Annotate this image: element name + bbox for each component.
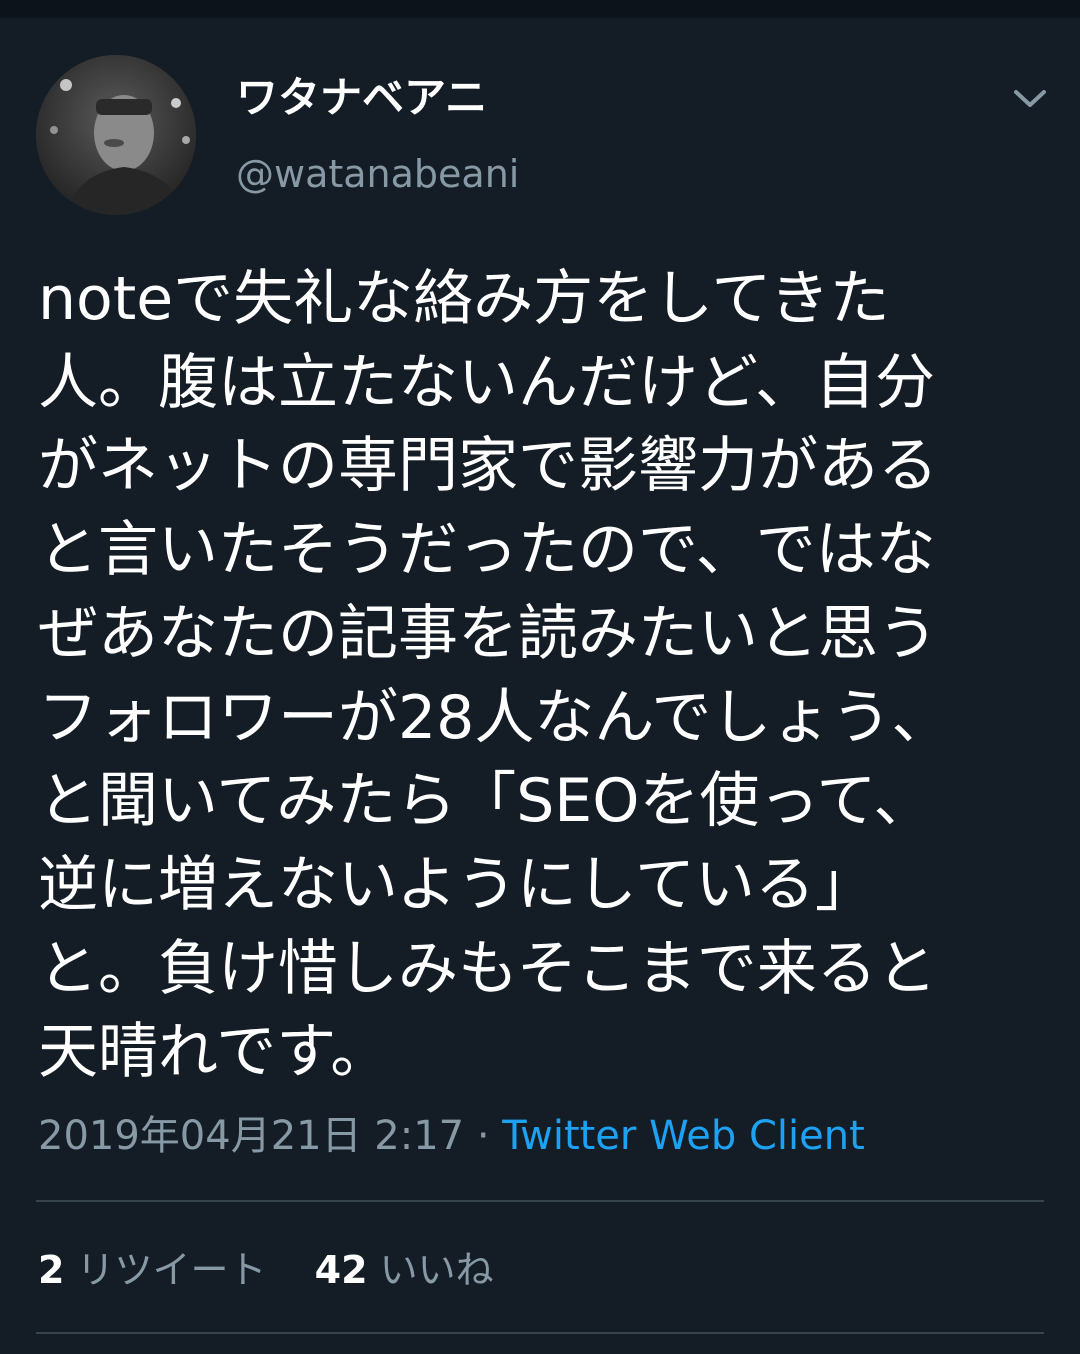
tweet-stats: 2 リツイート 42 いいね [38, 1244, 494, 1296]
likes-label: いいね [379, 1248, 494, 1292]
tweet-timestamp[interactable]: 2019年04月21日 2:17 [38, 1113, 464, 1159]
retweets-stat[interactable]: 2 リツイート [38, 1244, 267, 1296]
avatar-photo-icon [36, 55, 196, 215]
likes-count: 42 [314, 1248, 368, 1292]
tweet-line: フォロワーが28人なんでしょう、 [38, 682, 952, 753]
display-name[interactable]: ワタナベアニ [236, 72, 487, 124]
retweets-label: リツイート [76, 1248, 267, 1292]
tweet-line: 人。腹は立たないんだけど、自分 [38, 347, 935, 418]
tweet-line: 逆に増えないようにしている」 [38, 849, 875, 920]
status-bar [0, 0, 1080, 18]
user-handle[interactable]: @watanabeani [236, 150, 519, 198]
tweet-line: noteで失礼な絡み方をしてきた [38, 264, 890, 334]
meta-separator: · [476, 1113, 490, 1159]
avatar[interactable] [36, 55, 196, 215]
tweet-line: と言いたそうだったので、ではな [38, 515, 936, 586]
tweet-line: がネットの専門家で影響力がある [38, 431, 938, 502]
chevron-down-icon[interactable] [1008, 80, 1052, 116]
tweet-text: noteで失礼な絡み方をしてきた 人。腹は立たないんだけど、自分 がネットの専門… [38, 258, 1048, 1095]
retweets-count: 2 [38, 1248, 65, 1292]
divider [36, 1200, 1044, 1202]
tweet-meta: 2019年04月21日 2:17 · Twitter Web Client [38, 1110, 865, 1162]
likes-stat[interactable]: 42 いいね [315, 1244, 494, 1296]
divider [36, 1332, 1044, 1334]
client-link[interactable]: Twitter Web Client [502, 1113, 865, 1159]
tweet-line: 天晴れです。 [38, 1017, 391, 1088]
tweet-line: ぜあなたの記事を読みたいと思う [38, 598, 938, 669]
tweet-line: と聞いてみたら「SEOを使って、 [38, 766, 934, 837]
tweet-line: と。負け惜しみもそこまで来ると [38, 933, 937, 1004]
